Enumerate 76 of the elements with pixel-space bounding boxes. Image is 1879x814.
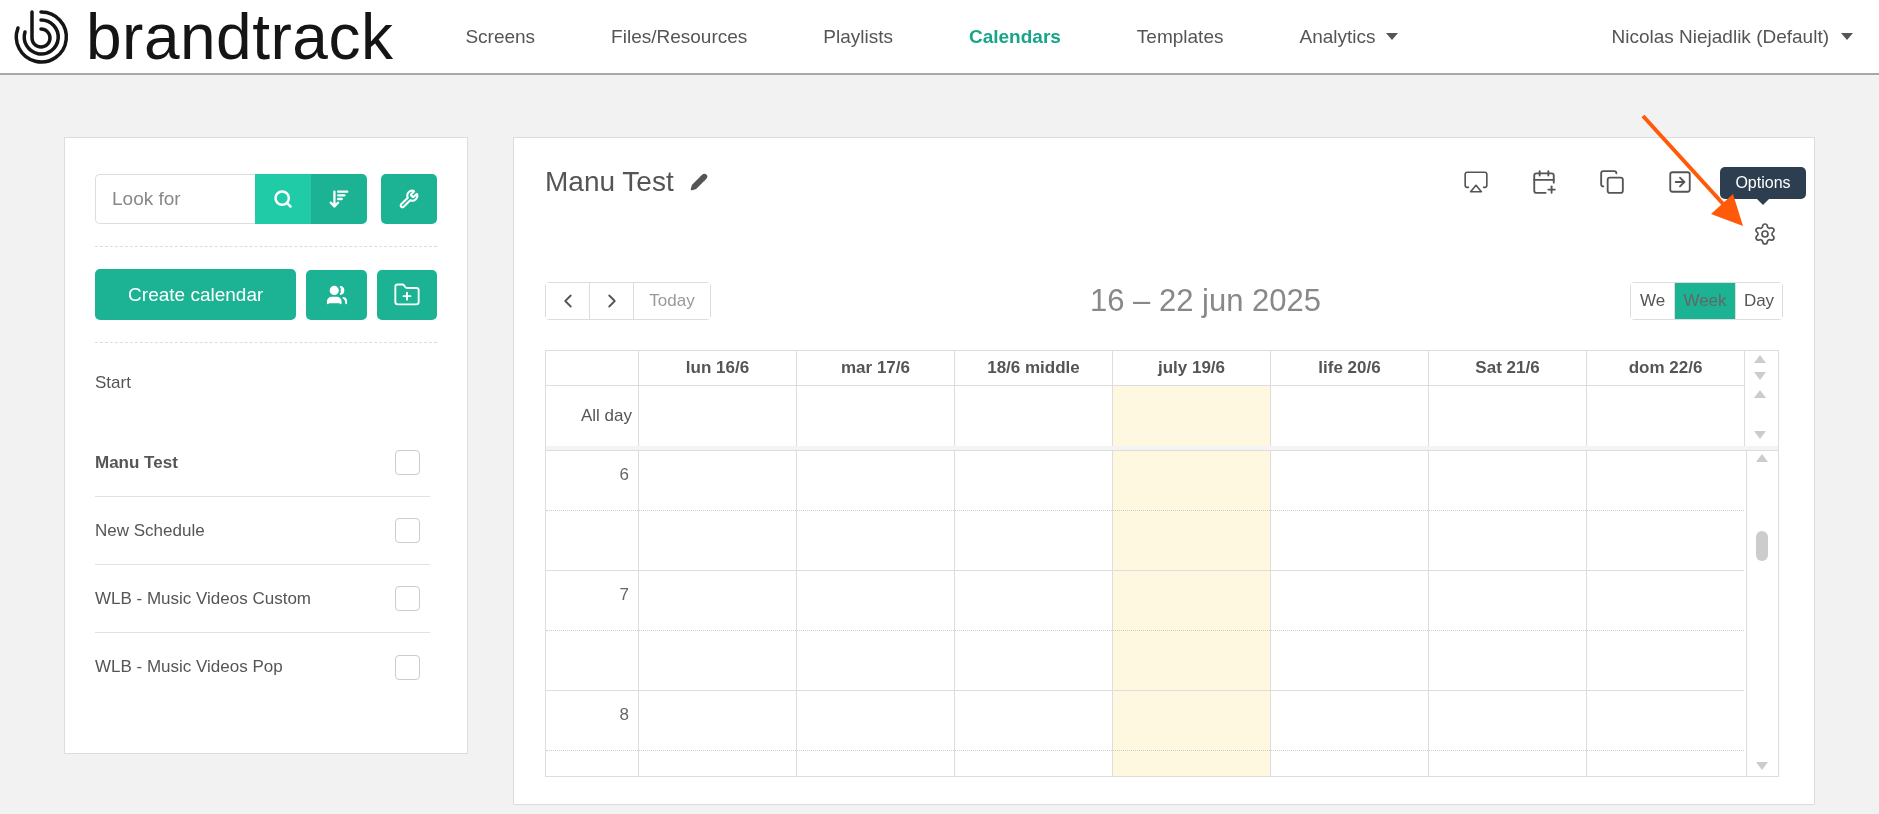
- calendar-name[interactable]: WLB - Music Videos Pop: [95, 657, 283, 677]
- time-slot[interactable]: [1428, 451, 1586, 571]
- import-button[interactable]: [1667, 169, 1693, 195]
- time-slot[interactable]: [1586, 571, 1744, 691]
- time-slot[interactable]: [796, 451, 954, 571]
- calendar-name[interactable]: WLB - Music Videos Custom: [95, 588, 312, 609]
- spiral-logo-icon: [12, 7, 70, 66]
- wrench-icon: [399, 189, 419, 209]
- brand-logo-text: brandtrack: [86, 0, 394, 74]
- scrollbar-thumb[interactable]: [1756, 531, 1768, 561]
- scroll-down-icon[interactable]: [1755, 761, 1769, 771]
- nav-link[interactable]: Templates: [1098, 25, 1262, 48]
- sort-icon: [328, 188, 350, 210]
- settings-icon: [1753, 222, 1777, 246]
- checkbox[interactable]: [395, 654, 420, 680]
- time-slot[interactable]: [954, 691, 1112, 776]
- checkbox[interactable]: [395, 518, 420, 543]
- calendar-name[interactable]: Manu Test: [95, 452, 178, 473]
- search-icon: [273, 189, 293, 209]
- time-slot[interactable]: [1112, 571, 1270, 691]
- scroll-up-icon[interactable]: [1755, 453, 1769, 463]
- add-event-button[interactable]: [1531, 169, 1557, 195]
- calendar-title: Manu Test: [545, 166, 674, 198]
- scroll-down-icon[interactable]: [1753, 371, 1767, 381]
- screen-cast-icon: [1463, 169, 1489, 195]
- time-slot[interactable]: [1270, 571, 1428, 691]
- time-slot[interactable]: [796, 691, 954, 776]
- time-slot[interactable]: [1428, 691, 1586, 776]
- search-button[interactable]: [255, 174, 311, 224]
- date-range-title: 16 – 22 jun 2025: [1090, 283, 1321, 319]
- tooltip-pointer: [1757, 199, 1769, 205]
- checkbox[interactable]: [395, 586, 420, 611]
- time-slot[interactable]: [638, 451, 796, 571]
- time-slot[interactable]: [1112, 451, 1270, 571]
- checkbox[interactable]: [395, 450, 420, 475]
- pencil-icon: [689, 173, 708, 191]
- time-slot[interactable]: [638, 571, 796, 691]
- cast-button[interactable]: [1463, 169, 1489, 195]
- calendar-plus-icon: [1531, 169, 1557, 195]
- breadcrumb-link[interactable]: Start: [95, 373, 437, 393]
- time-slot[interactable]: [954, 451, 1112, 571]
- calendar-name[interactable]: New Schedule: [95, 520, 205, 541]
- view-tab[interactable]: We: [1631, 283, 1675, 319]
- user-menu[interactable]: Nicolas Niejadlik (Default): [1611, 25, 1853, 48]
- scroll-up-icon[interactable]: [1753, 354, 1767, 364]
- scroll-up-icon[interactable]: [1753, 389, 1767, 399]
- copy-icon: [1599, 169, 1625, 195]
- time-slot[interactable]: [1586, 451, 1744, 571]
- nav-link[interactable]: Files/Resources: [573, 25, 786, 48]
- people-icon: [325, 283, 348, 306]
- time-slot[interactable]: [1270, 451, 1428, 571]
- previous-button[interactable]: [546, 283, 590, 319]
- time-slot[interactable]: [1112, 691, 1270, 776]
- edit-button[interactable]: [689, 173, 708, 191]
- nav-link[interactable]: Analytics: [1261, 25, 1436, 48]
- settings-button[interactable]: [1753, 222, 1777, 246]
- time-slot[interactable]: [1270, 691, 1428, 776]
- tooltip: Options: [1720, 167, 1806, 199]
- nav-link[interactable]: Playlists: [785, 25, 931, 48]
- all-day-label: All day: [579, 405, 633, 427]
- time-slot[interactable]: [1586, 691, 1744, 776]
- scroll-down-icon[interactable]: [1753, 430, 1767, 440]
- day-cell[interactable]: [1112, 386, 1270, 446]
- groups-button[interactable]: [306, 269, 368, 320]
- time-slot[interactable]: [796, 571, 954, 691]
- sort-button[interactable]: [311, 174, 367, 224]
- caret-icon: [1385, 33, 1398, 40]
- time-slot[interactable]: [638, 691, 796, 776]
- time-slot[interactable]: [1428, 571, 1586, 691]
- nav-link[interactable]: Screens: [427, 25, 574, 48]
- caret-icon: [1841, 33, 1853, 40]
- time-slot[interactable]: [954, 571, 1112, 691]
- import-icon: [1667, 169, 1693, 195]
- search-field[interactable]: Look for: [95, 174, 255, 224]
- new-folder-button[interactable]: [377, 269, 437, 320]
- copy-button[interactable]: [1599, 169, 1625, 195]
